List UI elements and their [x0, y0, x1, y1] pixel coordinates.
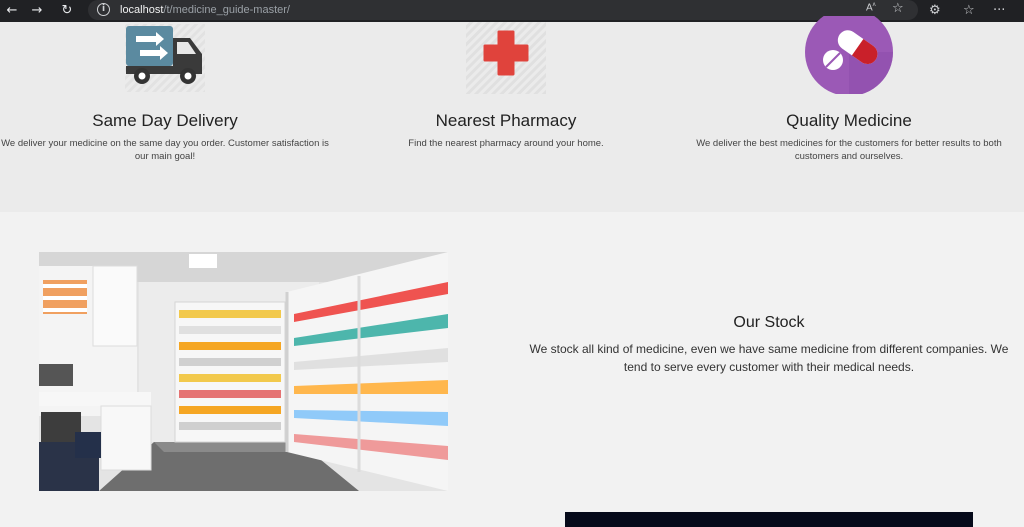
feature-title: Quality Medicine [786, 111, 912, 130]
pharmacy-shelves-photo [39, 252, 448, 491]
features-section: Same Day Delivery We deliver your medici… [0, 16, 1024, 212]
favorites-collection-icon[interactable]: ☆ [963, 1, 975, 21]
capsule-pill-icon [804, 16, 894, 94]
feature-text: We deliver your medicine on the same day… [1, 138, 329, 162]
url-host: localhost [120, 4, 164, 16]
site-info-icon[interactable]: i [97, 3, 110, 16]
feature-title: Same Day Delivery [92, 111, 238, 130]
reload-icon[interactable]: ↻ [57, 1, 77, 21]
stock-title: Our Stock [733, 314, 805, 331]
more-menu-icon[interactable]: ··· [993, 1, 1005, 21]
extensions-icon[interactable]: ⚙ [929, 1, 941, 21]
read-aloud-icon[interactable]: Aʌ [866, 2, 876, 13]
pharmacy-cross-icon [461, 22, 551, 94]
favorite-star-icon[interactable]: ☆ [892, 1, 904, 16]
forward-arrow-icon[interactable]: → [27, 1, 47, 21]
feature-text: Find the nearest pharmacy around your ho… [408, 138, 604, 149]
delivery-truck-icon [120, 22, 210, 94]
address-bar[interactable]: i localhost/t/medicine_guide-master/ Aʌ … [88, 0, 918, 20]
feature-text: We deliver the best medicines for the cu… [696, 138, 1002, 162]
back-arrow-icon[interactable]: ← [2, 1, 22, 21]
next-section-banner [565, 512, 973, 527]
url-text[interactable]: localhost/t/medicine_guide-master/ [120, 3, 290, 17]
stock-section: Our Stock We stock all kind of medicine,… [0, 212, 1024, 527]
feature-title: Nearest Pharmacy [435, 111, 577, 130]
stock-description: We stock all kind of medicine, even we h… [529, 342, 1009, 374]
url-path: /t/medicine_guide-master/ [163, 4, 290, 16]
